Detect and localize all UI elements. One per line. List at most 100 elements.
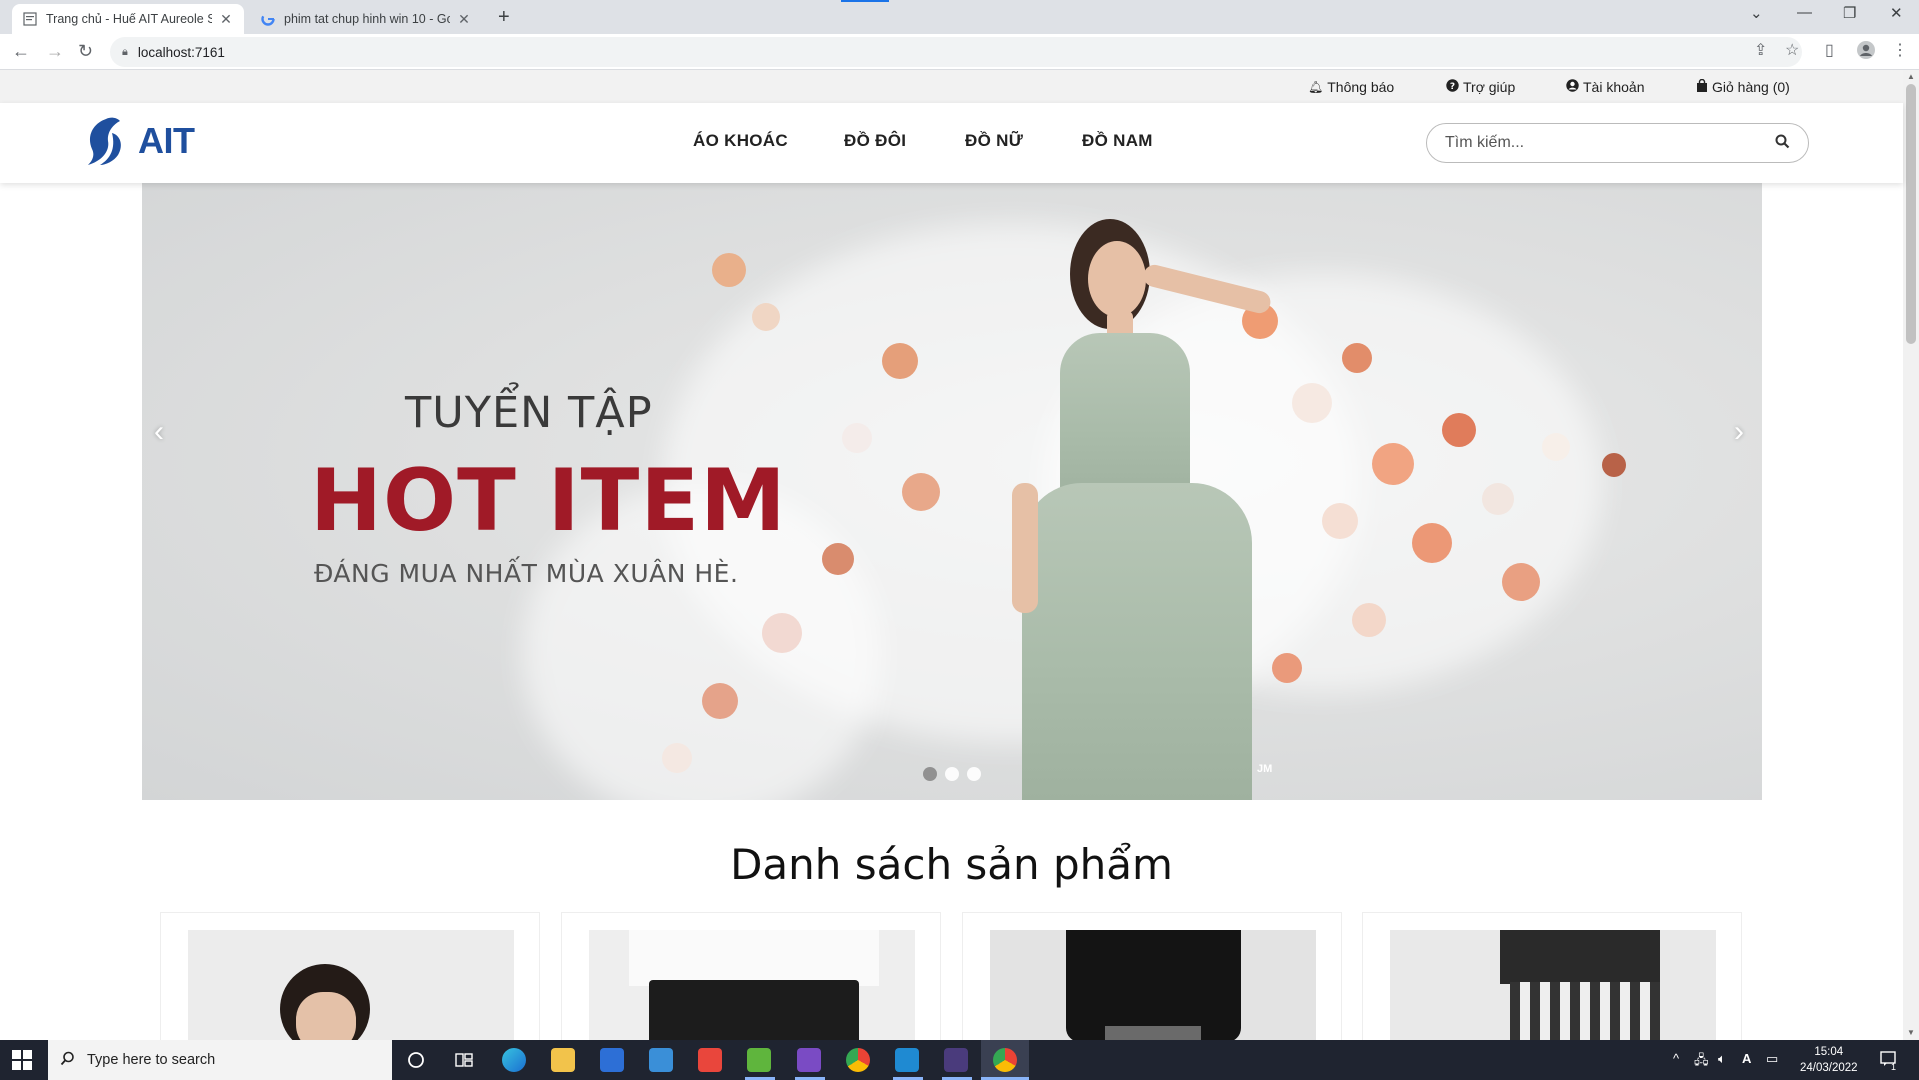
tab-search-icon[interactable]: ⌄ bbox=[1750, 4, 1763, 22]
help-link[interactable]: ? Trợ giúp bbox=[1446, 79, 1515, 95]
nav-ao-khoac[interactable]: ÁO KHOÁC bbox=[693, 131, 788, 151]
account-label: Tài khoản bbox=[1583, 79, 1645, 95]
taskbar-clock[interactable]: 15:04 24/03/2022 bbox=[1800, 1044, 1858, 1076]
chrome-active-icon[interactable] bbox=[993, 1048, 1017, 1072]
sticky-app-icon[interactable] bbox=[747, 1048, 771, 1072]
scroll-up-icon[interactable]: ▲ bbox=[1907, 72, 1915, 81]
network-icon[interactable]: 🖧︎ bbox=[1694, 1051, 1709, 1073]
tab-title: phim tat chup hinh win 10 - Goo bbox=[284, 12, 450, 26]
search-icon[interactable] bbox=[1775, 134, 1790, 153]
product-image[interactable] bbox=[990, 930, 1316, 1040]
reload-icon[interactable]: ↻ bbox=[78, 41, 93, 62]
new-tab-button[interactable]: + bbox=[498, 6, 510, 29]
cart-link[interactable]: Giỏ hàng (0) bbox=[1696, 78, 1790, 95]
carousel-dot-3[interactable] bbox=[967, 767, 981, 781]
product-list-title: Danh sách sản phẩm bbox=[730, 840, 1173, 889]
google-favicon-icon bbox=[260, 11, 276, 27]
search-icon bbox=[60, 1051, 75, 1070]
taskbar-search[interactable]: Type here to search bbox=[48, 1040, 392, 1080]
carousel-dot-2[interactable] bbox=[945, 767, 959, 781]
terminal-app-icon[interactable] bbox=[944, 1048, 968, 1072]
notifications-link[interactable]: 🔔︎ Thông báo bbox=[1308, 79, 1394, 95]
nav-do-doi[interactable]: ĐỒ ĐÔI bbox=[844, 131, 906, 151]
url-text: localhost:7161 bbox=[137, 44, 225, 60]
carousel-dot-1[interactable] bbox=[923, 767, 937, 781]
back-icon[interactable]: ← bbox=[12, 41, 30, 62]
forward-icon[interactable]: → bbox=[46, 41, 64, 62]
address-bar[interactable]: 🔒︎ localhost:7161 bbox=[110, 37, 1802, 67]
shopping-bag-icon bbox=[1696, 78, 1708, 95]
mail-icon[interactable] bbox=[649, 1048, 673, 1072]
tray-chevron-icon[interactable]: ^ bbox=[1673, 1051, 1679, 1066]
volume-icon[interactable]: 🔈︎ bbox=[1718, 1051, 1726, 1067]
browser-tab-active[interactable]: Trang chủ - Huế AIT Aureole Sho ✕ bbox=[12, 4, 244, 34]
site-header: AIT ÁO KHOÁC ĐỒ ĐÔI ĐỒ NỮ ĐỒ NAM bbox=[0, 103, 1903, 183]
file-explorer-icon[interactable] bbox=[551, 1048, 575, 1072]
page-favicon-icon bbox=[22, 11, 38, 27]
restore-button[interactable]: ❐ bbox=[1843, 4, 1856, 22]
bookmark-star-icon[interactable]: ☆ bbox=[1785, 40, 1799, 60]
edge-icon[interactable] bbox=[502, 1048, 526, 1072]
browser-tab-strip: Trang chủ - Huế AIT Aureole Sho ✕ phim t… bbox=[0, 0, 1919, 34]
banner-headline-small: TUYỂN TẬP bbox=[405, 388, 653, 438]
nav-do-nu[interactable]: ĐỒ NỮ bbox=[965, 131, 1023, 151]
touch-keyboard-icon[interactable]: ▭ bbox=[1766, 1051, 1778, 1067]
bell-icon: 🔔︎ bbox=[1308, 80, 1324, 94]
ait-logo-mark-icon bbox=[88, 117, 121, 165]
notification-count-badge: 1 bbox=[1891, 1062, 1897, 1072]
product-card[interactable] bbox=[561, 912, 941, 1040]
help-label: Trợ giúp bbox=[1463, 79, 1516, 95]
side-panel-icon[interactable]: ▯ bbox=[1825, 40, 1834, 60]
windows-start-icon[interactable] bbox=[12, 1050, 32, 1070]
visual-studio-icon[interactable] bbox=[797, 1048, 821, 1072]
product-card[interactable] bbox=[160, 912, 540, 1040]
chrome-icon[interactable] bbox=[846, 1048, 870, 1072]
notifications-label: Thông báo bbox=[1327, 79, 1395, 95]
hero-carousel: JM TUYỂN TẬP HOT ITEM ĐÁNG MUA NHẤT MÙA … bbox=[142, 183, 1762, 800]
microsoft-store-icon[interactable] bbox=[600, 1048, 624, 1072]
product-image[interactable] bbox=[589, 930, 915, 1040]
vscode-icon[interactable] bbox=[895, 1048, 919, 1072]
minimize-button[interactable]: — bbox=[1797, 4, 1812, 21]
nav-do-nam[interactable]: ĐỒ NAM bbox=[1082, 131, 1153, 151]
banner-headline-large: HOT ITEM bbox=[310, 451, 787, 551]
share-icon[interactable]: ⇪ bbox=[1754, 40, 1767, 60]
page-scrollbar[interactable]: ▲ ▼ bbox=[1903, 70, 1919, 1040]
svg-text:?: ? bbox=[1450, 82, 1455, 92]
site-logo[interactable]: AIT bbox=[80, 115, 195, 167]
browser-toolbar: ← → ↻ 🔒︎ localhost:7161 ⇪ ☆ ▯ ⋮ bbox=[0, 34, 1919, 70]
close-tab-icon[interactable]: ✕ bbox=[218, 11, 234, 28]
carousel-prev-icon[interactable]: ‹ bbox=[154, 415, 164, 449]
windows-taskbar: Type here to search ^ 🖧︎ 🔈︎ A ▭ 15:04 24… bbox=[0, 1040, 1919, 1080]
input-language-indicator[interactable]: A bbox=[1742, 1051, 1751, 1066]
scrollbar-thumb[interactable] bbox=[1906, 84, 1916, 344]
browser-tab[interactable]: phim tat chup hinh win 10 - Goo ✕ bbox=[250, 4, 482, 34]
loading-indicator bbox=[841, 0, 889, 2]
tab-title: Trang chủ - Huế AIT Aureole Sho bbox=[46, 12, 212, 26]
cortana-icon[interactable] bbox=[404, 1048, 428, 1072]
photographer-watermark: JM bbox=[1257, 763, 1273, 775]
account-link[interactable]: Tài khoản bbox=[1566, 79, 1644, 95]
cart-label: Giỏ hàng (0) bbox=[1712, 79, 1790, 95]
carousel-indicators bbox=[923, 767, 981, 781]
product-image[interactable] bbox=[1390, 930, 1716, 1040]
product-card[interactable] bbox=[1362, 912, 1742, 1040]
product-card[interactable] bbox=[962, 912, 1342, 1040]
search-box bbox=[1426, 123, 1809, 163]
browser-menu-icon[interactable]: ⋮ bbox=[1892, 40, 1908, 60]
carousel-next-icon[interactable]: › bbox=[1734, 415, 1744, 449]
search-input[interactable] bbox=[1445, 134, 1775, 152]
close-window-button[interactable]: ✕ bbox=[1890, 4, 1903, 22]
product-image[interactable] bbox=[188, 930, 514, 1040]
profile-avatar-icon[interactable] bbox=[1856, 40, 1876, 65]
task-view-icon[interactable] bbox=[452, 1048, 476, 1072]
user-circle-icon bbox=[1566, 79, 1579, 95]
scroll-down-icon[interactable]: ▼ bbox=[1907, 1028, 1915, 1037]
snip-tool-icon[interactable] bbox=[698, 1048, 722, 1072]
lock-icon: 🔒︎ bbox=[122, 45, 128, 58]
close-tab-icon[interactable]: ✕ bbox=[456, 11, 472, 28]
taskbar-search-placeholder: Type here to search bbox=[87, 1052, 216, 1068]
logo-text: AIT bbox=[138, 120, 195, 161]
site-topbar: 🔔︎ Thông báo ? Trợ giúp Tài khoản Giỏ hà… bbox=[0, 70, 1903, 103]
banner-subheadline: ĐÁNG MUA NHẤT MÙA XUÂN HÈ. bbox=[314, 559, 739, 588]
